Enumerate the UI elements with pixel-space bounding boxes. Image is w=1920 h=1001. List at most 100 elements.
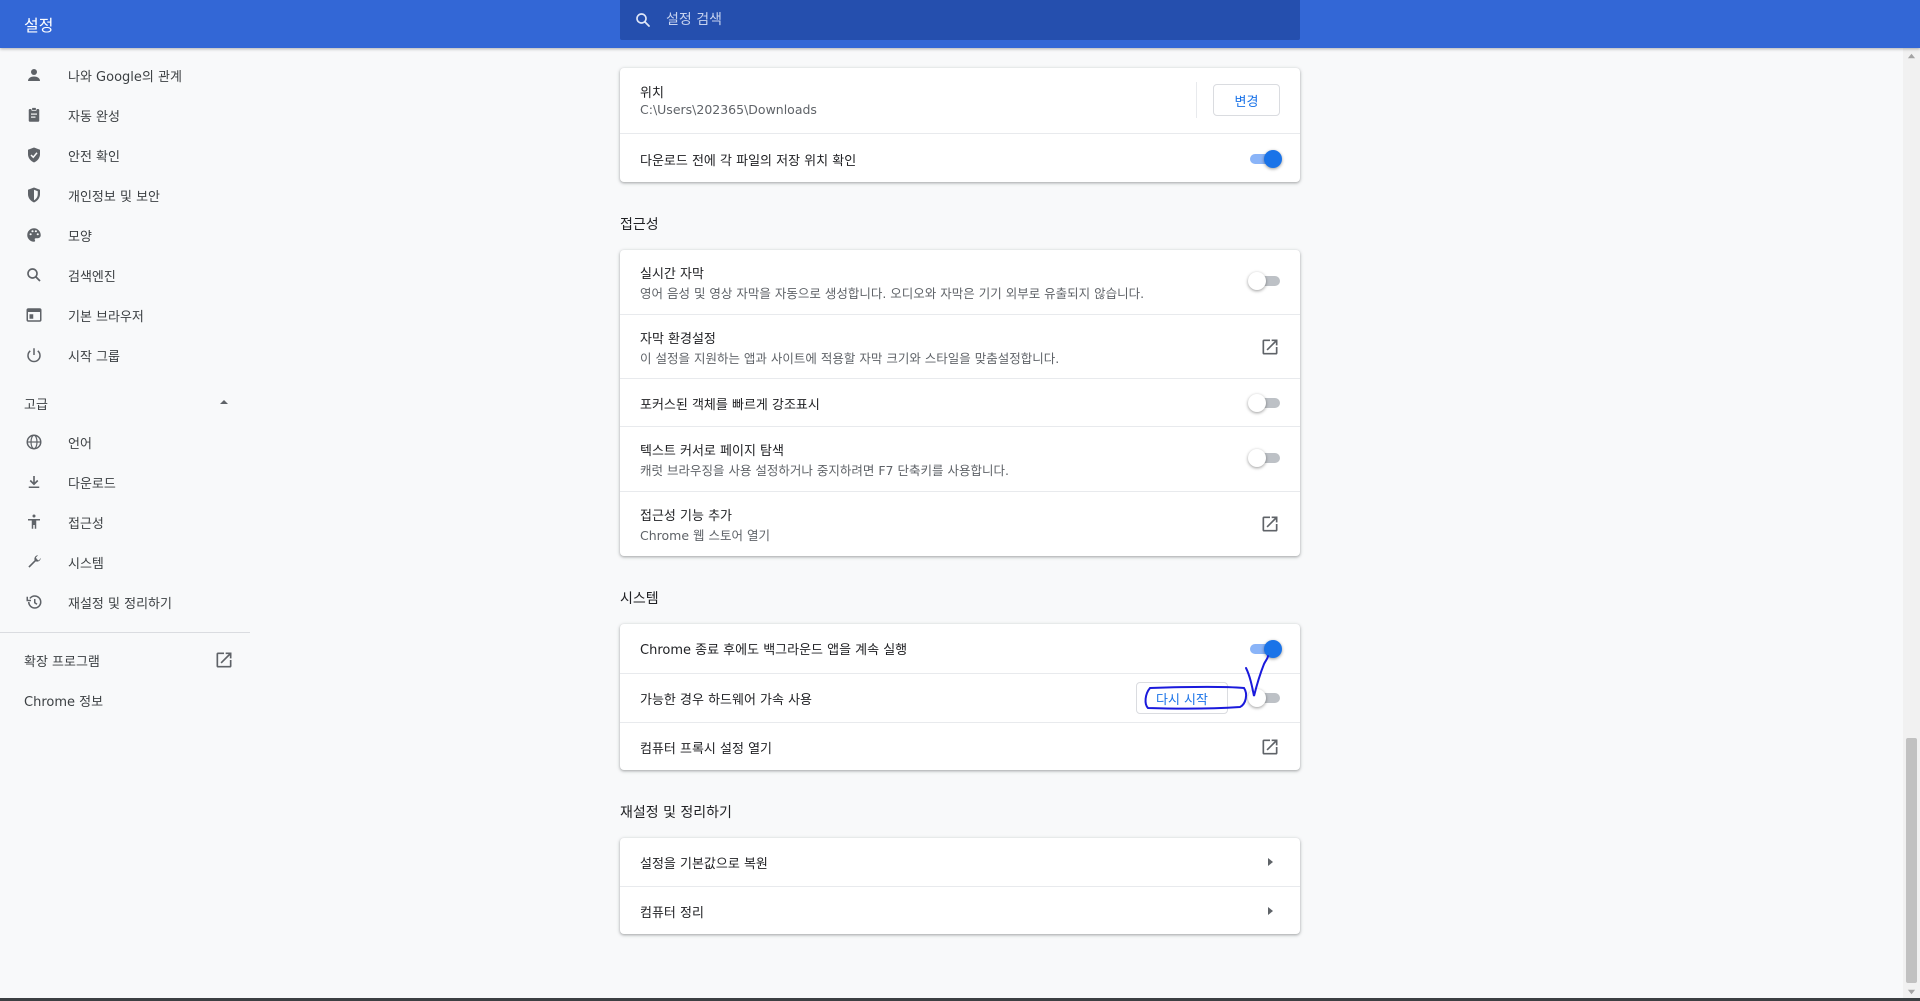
open-in-new-icon[interactable] [1260,514,1280,534]
open-in-new-icon[interactable] [214,650,234,670]
reset-card: 설정을 기본값으로 복원 컴퓨터 정리 [620,838,1300,934]
caption-preferences-row[interactable]: 자막 환경설정 이 설정을 지원하는 앱과 사이트에 적용할 자막 크기와 스타… [620,314,1300,378]
background-apps-row[interactable]: Chrome 종료 후에도 백그라운드 앱을 계속 실행 [620,624,1300,673]
sidebar-item-appearance[interactable]: 모양 [0,215,250,255]
sidebar-advanced-label[interactable]: 고급 [24,394,48,413]
background-apps-toggle[interactable] [1248,640,1282,658]
sidebar-item-safety-check[interactable]: 안전 확인 [0,135,250,175]
caret-browsing-title: 텍스트 커서로 페이지 탐색 [640,444,784,459]
caret-browsing-desc: 캐럿 브라우징을 사용 설정하거나 중지하려면 F7 단축키를 사용합니다. [640,463,1009,478]
hw-accel-label: 가능한 경우 하드웨어 가속 사용 [640,693,813,708]
caret-browsing-toggle[interactable] [1248,449,1282,467]
page-scrollbar[interactable] [1903,48,1920,1001]
sidebar-item-label: 기본 브라우저 [68,309,144,325]
scroll-up-arrow-icon[interactable] [1907,52,1916,61]
focus-highlight-label: 포커스된 객체를 빠르게 강조표시 [640,398,820,413]
sidebar-item-label: 시작 그룹 [68,349,120,365]
caret-browsing-row[interactable]: 텍스트 커서로 페이지 탐색 캐럿 브라우징을 사용 설정하거나 중지하려면 F… [620,426,1300,491]
sidebar-item-extensions[interactable]: 확장 프로그램 [24,651,100,670]
sidebar-item-search-engine[interactable]: 검색엔진 [0,255,250,295]
sidebar-item-languages[interactable]: 언어 [0,422,250,462]
shield-check-icon [24,145,44,165]
live-caption-row[interactable]: 실시간 자막 영어 음성 및 영상 자막을 자동으로 생성합니다. 오디오와 자… [620,250,1300,314]
cleanup-label: 컴퓨터 정리 [640,906,704,921]
change-location-button[interactable]: 변경 [1213,84,1280,116]
browser-icon [24,305,44,325]
sidebar-item-label: 개인정보 및 보안 [68,189,160,205]
sidebar-item-label: 자동 완성 [68,109,120,125]
history-icon [24,592,44,612]
add-features-title: 접근성 기능 추가 [640,509,732,524]
caption-prefs-title: 자막 환경설정 [640,332,716,347]
proxy-settings-row[interactable]: 컴퓨터 프록시 설정 열기 [620,722,1300,770]
live-caption-desc: 영어 음성 및 영상 자막을 자동으로 생성합니다. 오디오와 자막은 기기 외… [640,286,1145,301]
sidebar-item-on-startup[interactable]: 시작 그룹 [0,335,250,375]
sidebar-item-label: 재설정 및 정리하기 [68,596,172,612]
hw-accel-toggle[interactable] [1248,689,1282,707]
sidebar-item-accessibility[interactable]: 접근성 [0,502,250,542]
restore-label: 설정을 기본값으로 복원 [640,857,768,872]
arrow-right-icon[interactable] [1264,905,1276,917]
sidebar-item-label: 검색엔진 [68,269,116,285]
ask-location-toggle[interactable] [1248,150,1282,168]
focus-highlight-toggle[interactable] [1248,394,1282,412]
accessibility-card: 실시간 자막 영어 음성 및 영상 자막을 자동으로 생성합니다. 오디오와 자… [620,250,1300,556]
location-title: 위치 [640,86,664,101]
search-input[interactable] [666,0,1266,40]
page-title: 설정 [24,16,54,35]
reset-section-title: 재설정 및 정리하기 [620,805,732,821]
download-icon [24,472,44,492]
sidebar: 나와 Google의 관계 자동 완성 안전 확인 개인정보 및 보안 모양 검… [0,48,250,1001]
hardware-acceleration-row[interactable]: 가능한 경우 하드웨어 가속 사용 다시 시작 [620,673,1300,722]
system-card: Chrome 종료 후에도 백그라운드 앱을 계속 실행 가능한 경우 하드웨어… [620,624,1300,770]
sidebar-item-about-chrome[interactable]: Chrome 정보 [24,691,103,710]
sidebar-item-label: 다운로드 [68,476,116,492]
restore-defaults-row[interactable]: 설정을 기본값으로 복원 [620,838,1300,886]
palette-icon [24,225,44,245]
add-features-desc: Chrome 웹 스토어 열기 [640,528,770,543]
sidebar-item-system[interactable]: 시스템 [0,542,250,582]
power-icon [24,345,44,365]
sidebar-item-you-and-google[interactable]: 나와 Google의 관계 [0,55,250,95]
download-location-row: 위치 C:\Users\202365\Downloads 변경 [620,68,1300,133]
cleanup-computer-row[interactable]: 컴퓨터 정리 [620,886,1300,934]
open-in-new-icon[interactable] [1260,737,1280,757]
accessibility-section-title: 접근성 [620,217,659,233]
clipboard-icon [24,105,44,125]
sidebar-item-privacy[interactable]: 개인정보 및 보안 [0,175,250,215]
background-apps-label: Chrome 종료 후에도 백그라운드 앱을 계속 실행 [640,643,908,658]
search-box[interactable] [620,0,1300,40]
relaunch-button[interactable]: 다시 시작 [1136,682,1228,714]
system-section-title: 시스템 [620,591,659,607]
sidebar-item-label: 나와 Google의 관계 [68,69,182,85]
downloads-card: 위치 C:\Users\202365\Downloads 변경 다운로드 전에 … [620,68,1300,182]
sidebar-item-label: 접근성 [68,516,104,532]
search-icon [24,265,44,285]
open-in-new-icon[interactable] [1260,337,1280,357]
live-caption-toggle[interactable] [1248,272,1282,290]
sidebar-item-label: 안전 확인 [68,149,120,165]
caption-prefs-desc: 이 설정을 지원하는 앱과 사이트에 적용할 자막 크기와 스타일을 맞춤설정합… [640,351,1060,366]
focus-highlight-row[interactable]: 포커스된 객체를 빠르게 강조표시 [620,378,1300,426]
ask-location-row[interactable]: 다운로드 전에 각 파일의 저장 위치 확인 [620,133,1300,182]
wrench-icon [24,552,44,572]
search-icon [636,13,650,27]
scroll-thumb[interactable] [1906,738,1917,983]
caret-up-icon[interactable] [218,396,230,408]
row-separator [1196,82,1197,118]
ask-location-label: 다운로드 전에 각 파일의 저장 위치 확인 [640,154,857,169]
sidebar-item-autofill[interactable]: 자동 완성 [0,95,250,135]
sidebar-divider [0,632,250,633]
proxy-label: 컴퓨터 프록시 설정 열기 [640,742,772,757]
globe-icon [24,432,44,452]
sidebar-item-default-browser[interactable]: 기본 브라우저 [0,295,250,335]
arrow-right-icon[interactable] [1264,856,1276,868]
sidebar-item-downloads[interactable]: 다운로드 [0,462,250,502]
add-accessibility-features-row[interactable]: 접근성 기능 추가 Chrome 웹 스토어 열기 [620,491,1300,556]
location-path: C:\Users\202365\Downloads [640,102,817,117]
person-icon [24,65,44,85]
sidebar-item-label: 모양 [68,229,92,245]
sidebar-item-reset[interactable]: 재설정 및 정리하기 [0,582,250,622]
accessibility-icon [24,512,44,532]
scroll-down-arrow-icon[interactable] [1907,987,1916,996]
